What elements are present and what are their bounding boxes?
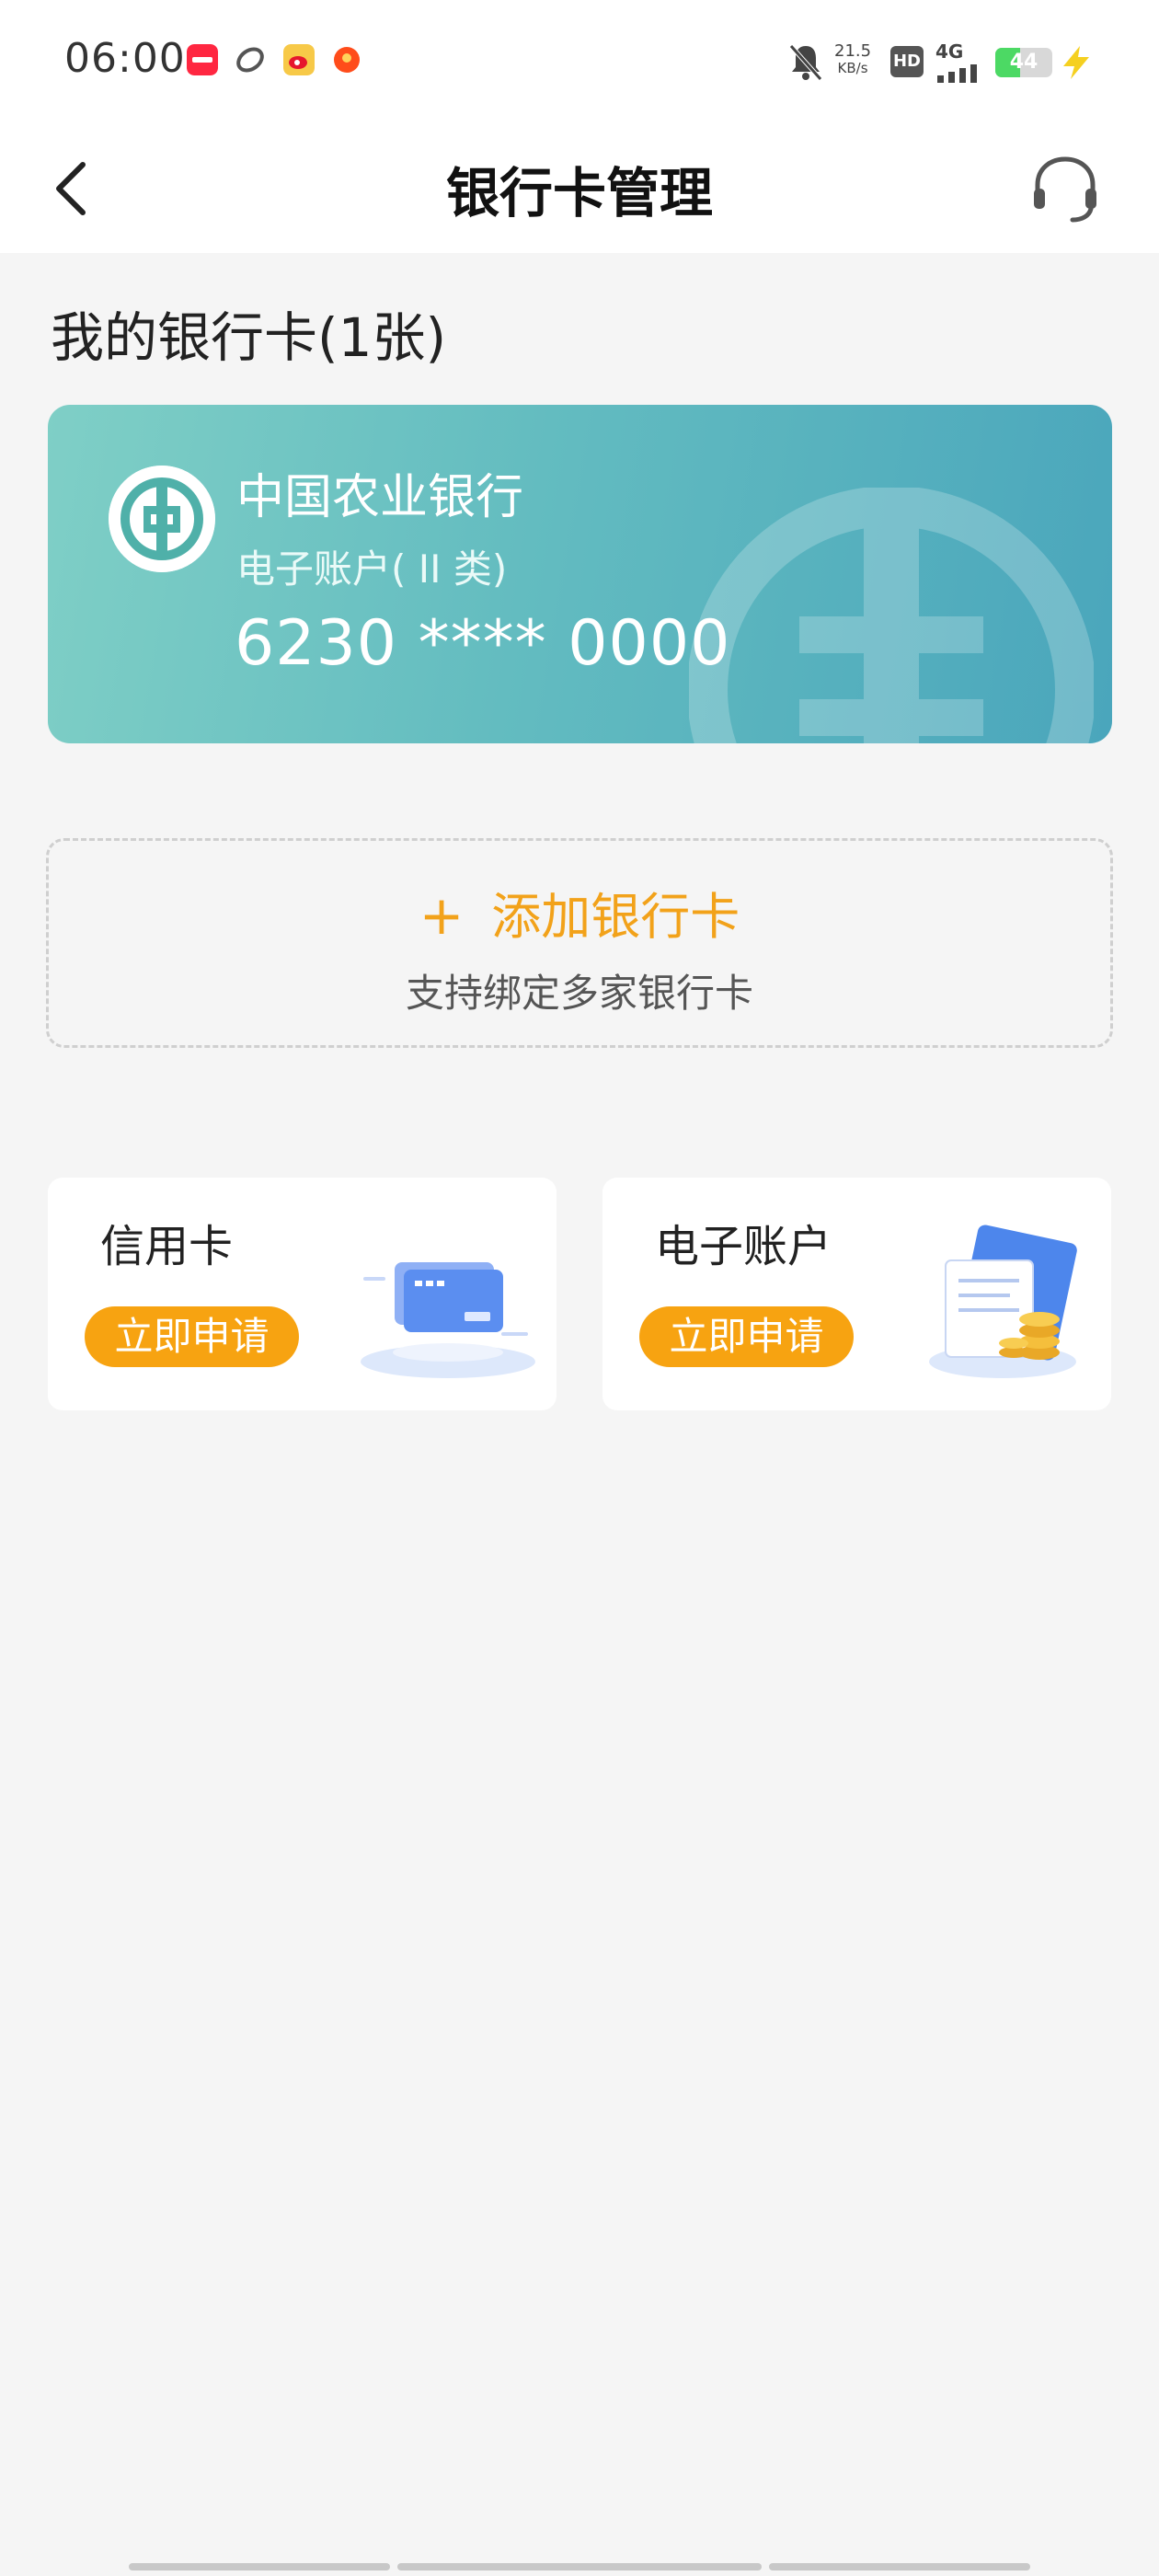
credit-card-illustration-icon [361,1262,535,1378]
home-indicator-right [769,2563,1030,2570]
network-speed-value: 21.5 [834,41,872,61]
add-bank-card-button[interactable]: + 添加银行卡 支持绑定多家银行卡 [46,838,1113,1048]
plus-icon: + [419,884,465,947]
hd-badge: HD [890,46,924,77]
abc-bank-logo-icon [109,466,215,572]
bank-card-management-page: 06:00 21.5 KB/s HD 4G 44 银行卡管理 我的银行卡(1张)… [0,0,1159,2576]
credit-card-tile-title: 信用卡 [100,1221,234,1272]
signal-icon [937,64,977,83]
account-type: 电子账户( II 类) [236,546,508,592]
charging-icon [1063,46,1089,79]
bank-watermark-icon [689,488,1094,743]
bank-card[interactable]: 中国农业银行 电子账户( II 类) 6230 **** 0000 [48,405,1112,743]
card-number: 6230 **** 0000 [235,607,731,680]
add-bank-card-label-row: + 添加银行卡 [49,876,1110,949]
electronic-account-tile[interactable]: 电子账户 立即申请 [602,1178,1111,1410]
status-time: 06:00 [64,35,186,82]
weibo-app-icon [283,44,315,75]
network-speed: 21.5 KB/s [834,42,871,77]
electronic-account-illustration-icon [929,1225,1077,1378]
network-type-label: 4G [935,40,964,63]
status-bar: 06:00 21.5 KB/s HD 4G 44 [0,0,1159,124]
credit-card-tile[interactable]: 信用卡 立即申请 [48,1178,557,1410]
bank-name: 中国农业银行 [236,470,524,525]
network-type: 4G [935,40,977,83]
page-title: 银行卡管理 [445,162,713,224]
battery-indicator: 44 [995,48,1052,77]
xiaohongshu-app-icon [187,44,218,75]
my-bank-cards-heading: 我的银行卡(1张) [51,306,447,369]
headset-icon[interactable] [1028,152,1102,225]
taobao-app-icon [334,47,360,73]
battery-level: 44 [1009,51,1039,74]
electronic-account-tile-title: 电子账户 [655,1221,832,1272]
network-speed-unit: KB/s [837,60,868,76]
home-indicator[interactable] [397,2563,762,2570]
credit-card-apply-button[interactable]: 立即申请 [85,1306,299,1367]
mute-bell-icon [789,44,822,81]
electronic-account-apply-button[interactable]: 立即申请 [639,1306,854,1367]
navigation-bar: 银行卡管理 [0,124,1159,253]
link-app-icon [236,47,264,73]
home-indicator-left [129,2563,390,2570]
add-bank-card-label: 添加银行卡 [491,888,740,946]
add-bank-card-subtitle: 支持绑定多家银行卡 [405,971,753,1016]
